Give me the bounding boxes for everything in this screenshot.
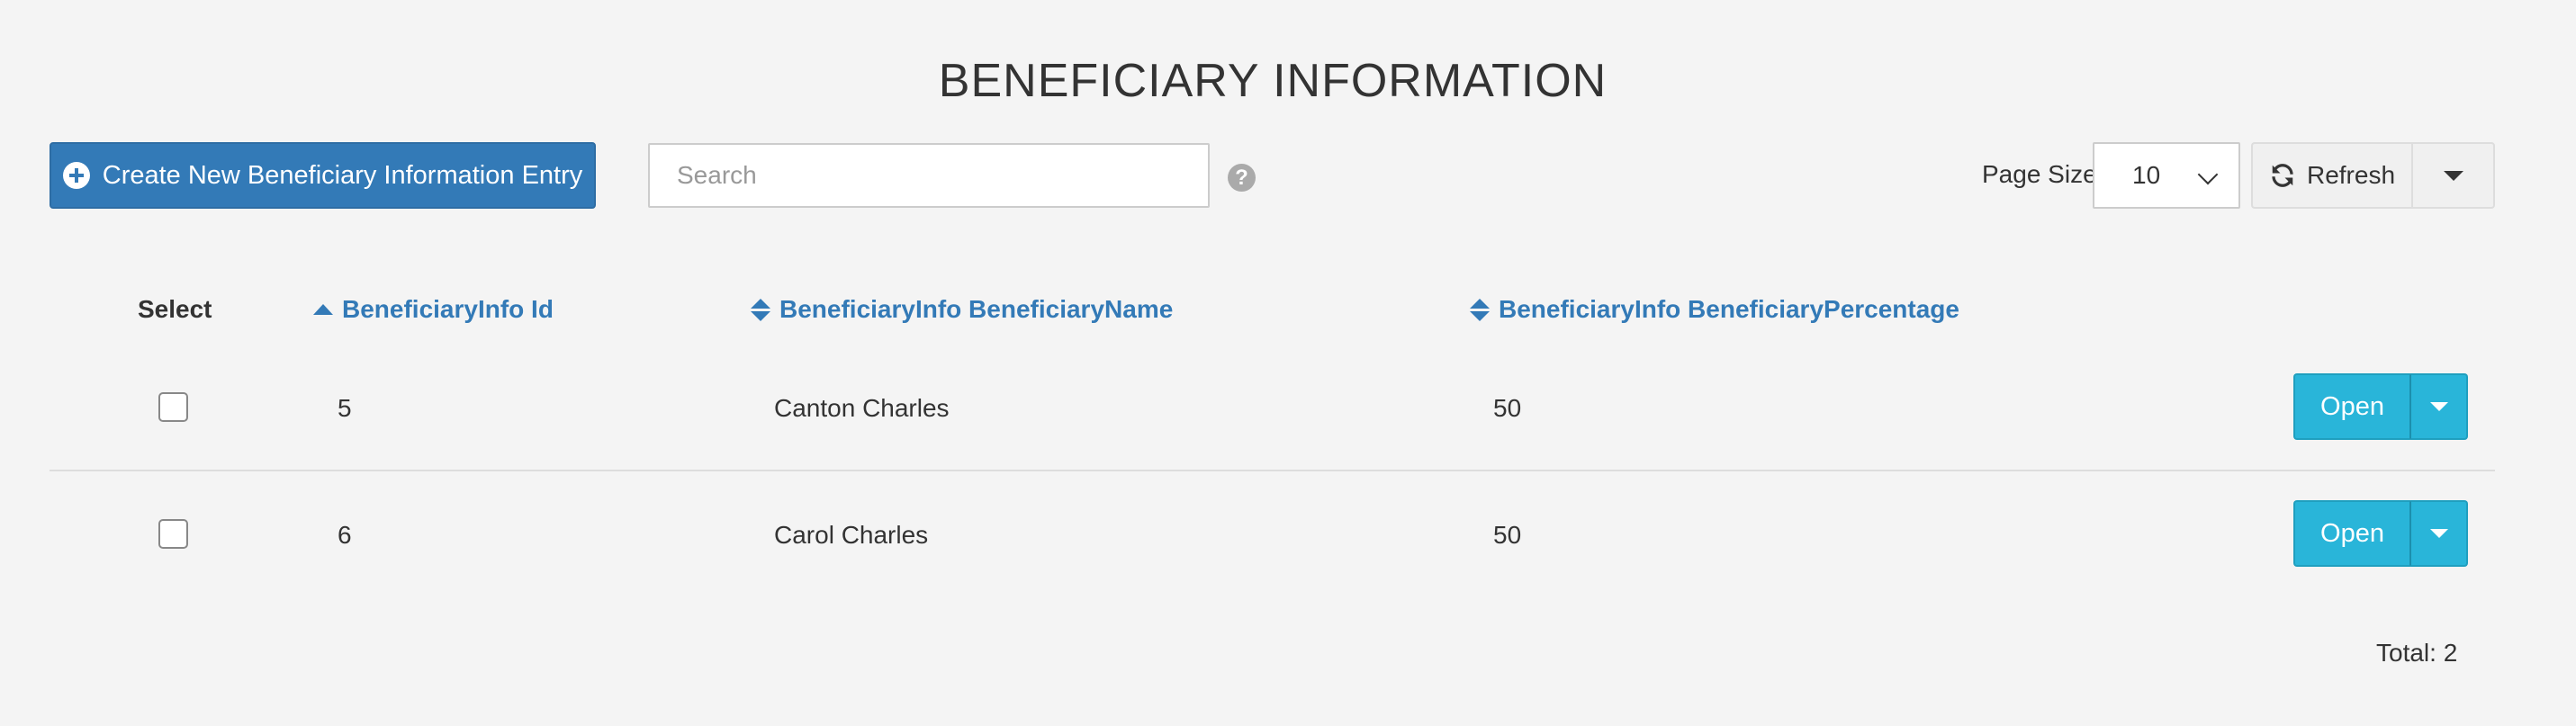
open-button[interactable]: Open — [2293, 373, 2410, 440]
column-header-name[interactable]: BeneficiaryInfo BeneficiaryName — [751, 295, 1173, 324]
search-input[interactable] — [648, 143, 1210, 208]
row-select-checkbox[interactable] — [158, 519, 188, 549]
refresh-button[interactable]: Refresh — [2251, 142, 2411, 209]
question-circle-icon[interactable]: ? — [1228, 164, 1256, 192]
sort-icon — [751, 298, 770, 321]
sort-asc-icon — [313, 304, 333, 315]
column-header-id-label: BeneficiaryInfo Id — [342, 295, 554, 323]
page: BENEFICIARY INFORMATION Create New Benef… — [0, 0, 2576, 726]
chevron-down-icon — [2197, 164, 2219, 185]
row-actions-dropdown[interactable] — [2410, 500, 2468, 567]
page-size-value: 10 — [2132, 161, 2161, 189]
open-button[interactable]: Open — [2293, 500, 2410, 567]
column-header-percentage-label: BeneficiaryInfo BeneficiaryPercentage — [1499, 295, 1959, 323]
cell-name: Canton Charles — [774, 394, 950, 422]
table-row: 6 Carol Charles 50 Open — [50, 472, 2495, 598]
refresh-label: Refresh — [2306, 161, 2396, 189]
create-entry-label: Create New Beneficiary Information Entry — [102, 160, 583, 190]
create-entry-button[interactable]: Create New Beneficiary Information Entry — [50, 142, 596, 209]
caret-down-icon — [2429, 529, 2448, 538]
plus-circle-icon — [62, 162, 90, 189]
cell-percentage: 50 — [1493, 521, 1522, 549]
refresh-icon — [2269, 162, 2296, 189]
row-select-checkbox[interactable] — [158, 392, 188, 422]
refresh-options-dropdown[interactable] — [2411, 142, 2495, 209]
page-title: BENEFICIARY INFORMATION — [938, 55, 1608, 107]
total-count: Total: 2 — [2376, 639, 2458, 667]
page-size-label: Page Size — [1982, 160, 2097, 188]
column-header-id[interactable]: BeneficiaryInfo Id — [313, 295, 554, 324]
column-header-select: Select — [138, 295, 212, 323]
caret-down-icon — [2429, 402, 2448, 411]
table-row: 5 Canton Charles 50 Open — [50, 345, 2495, 471]
row-actions-dropdown[interactable] — [2410, 373, 2468, 440]
cell-percentage: 50 — [1493, 394, 1522, 422]
cell-id: 6 — [338, 521, 352, 549]
cell-name: Carol Charles — [774, 521, 929, 549]
column-header-name-label: BeneficiaryInfo BeneficiaryName — [779, 295, 1174, 323]
page-size-select[interactable]: 10 — [2093, 142, 2240, 209]
caret-down-icon — [2443, 170, 2463, 181]
column-header-percentage[interactable]: BeneficiaryInfo BeneficiaryPercentage — [1470, 295, 1959, 324]
sort-icon — [1470, 298, 1490, 321]
cell-id: 5 — [338, 394, 352, 422]
